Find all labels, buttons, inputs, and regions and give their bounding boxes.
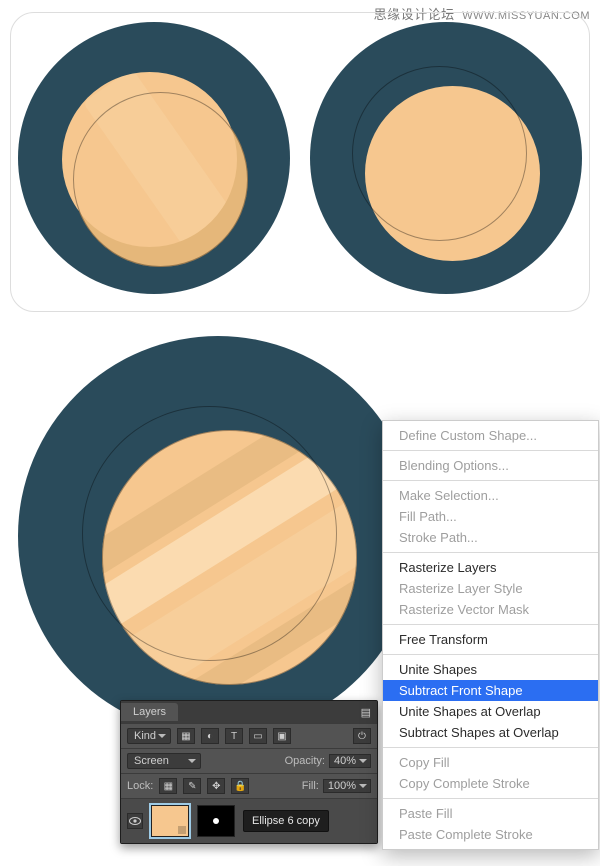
menu-item: Make Selection... — [383, 485, 598, 506]
layers-tab[interactable]: Layers — [121, 703, 178, 721]
filter-type-icon[interactable]: T — [225, 728, 243, 744]
menu-item: Copy Complete Stroke — [383, 773, 598, 794]
menu-separator — [383, 654, 598, 655]
menu-item[interactable]: Subtract Shapes at Overlap — [383, 722, 598, 743]
context-menu: Define Custom Shape... Blending Options..… — [382, 420, 599, 850]
filter-adjust-icon[interactable]: ◐ — [201, 728, 219, 744]
kind-filter-select[interactable]: Kind — [127, 728, 171, 744]
menu-separator — [383, 552, 598, 553]
menu-item: Copy Fill — [383, 752, 598, 773]
blend-mode-select[interactable]: Screen — [127, 753, 201, 769]
panel-flyout-icon[interactable]: ▤ — [355, 706, 377, 719]
menu-separator — [383, 450, 598, 451]
lock-transparent-icon[interactable]: ▦ — [159, 778, 177, 794]
coin-illustration-2 — [310, 22, 582, 294]
fill-input[interactable]: 100% — [323, 779, 371, 793]
visibility-toggle-icon[interactable] — [127, 813, 143, 829]
coin-illustration-1 — [18, 22, 290, 294]
menu-item: Stroke Path... — [383, 527, 598, 548]
lock-all-icon[interactable]: 🔒 — [231, 778, 249, 794]
menu-separator — [383, 747, 598, 748]
filter-toggle-icon[interactable]: ⏻ — [353, 728, 371, 744]
lock-label: Lock: — [127, 780, 153, 792]
menu-item[interactable]: Unite Shapes — [383, 659, 598, 680]
opacity-label: Opacity: — [285, 755, 325, 767]
filter-shape-icon[interactable]: ▭ — [249, 728, 267, 744]
mask-thumbnail[interactable] — [197, 805, 235, 837]
filter-row: Kind ▦ ◐ T ▭ ▣ ⏻ — [121, 723, 377, 748]
menu-item[interactable]: Free Transform — [383, 629, 598, 650]
menu-item: Define Custom Shape... — [383, 425, 598, 446]
menu-separator — [383, 624, 598, 625]
menu-item: Blending Options... — [383, 455, 598, 476]
blend-row: Screen Opacity: 40% — [121, 748, 377, 773]
lock-row: Lock: ▦ ✎ ✥ 🔒 Fill: 100% — [121, 773, 377, 798]
layer-thumbnail[interactable] — [151, 805, 189, 837]
layer-row[interactable]: Ellipse 6 copy — [121, 798, 377, 843]
lock-pixels-icon[interactable]: ✎ — [183, 778, 201, 794]
fill-label: Fill: — [302, 780, 319, 792]
menu-item[interactable]: Unite Shapes at Overlap — [383, 701, 598, 722]
menu-item[interactable]: Rasterize Layers — [383, 557, 598, 578]
menu-item[interactable]: Subtract Front Shape — [383, 680, 598, 701]
lock-position-icon[interactable]: ✥ — [207, 778, 225, 794]
menu-separator — [383, 480, 598, 481]
menu-item: Rasterize Layer Style — [383, 578, 598, 599]
filter-pixel-icon[interactable]: ▦ — [177, 728, 195, 744]
panel-tabs: Layers ▤ — [121, 701, 377, 723]
coin-illustration-3 — [18, 336, 418, 736]
opacity-input[interactable]: 40% — [329, 754, 371, 768]
filter-smart-icon[interactable]: ▣ — [273, 728, 291, 744]
menu-item: Paste Complete Stroke — [383, 824, 598, 845]
layer-name-field[interactable]: Ellipse 6 copy — [243, 810, 329, 832]
menu-item: Paste Fill — [383, 803, 598, 824]
menu-item: Rasterize Vector Mask — [383, 599, 598, 620]
layers-panel: Layers ▤ Kind ▦ ◐ T ▭ ▣ ⏻ Screen Opacity… — [120, 700, 378, 844]
menu-separator — [383, 798, 598, 799]
menu-item: Fill Path... — [383, 506, 598, 527]
